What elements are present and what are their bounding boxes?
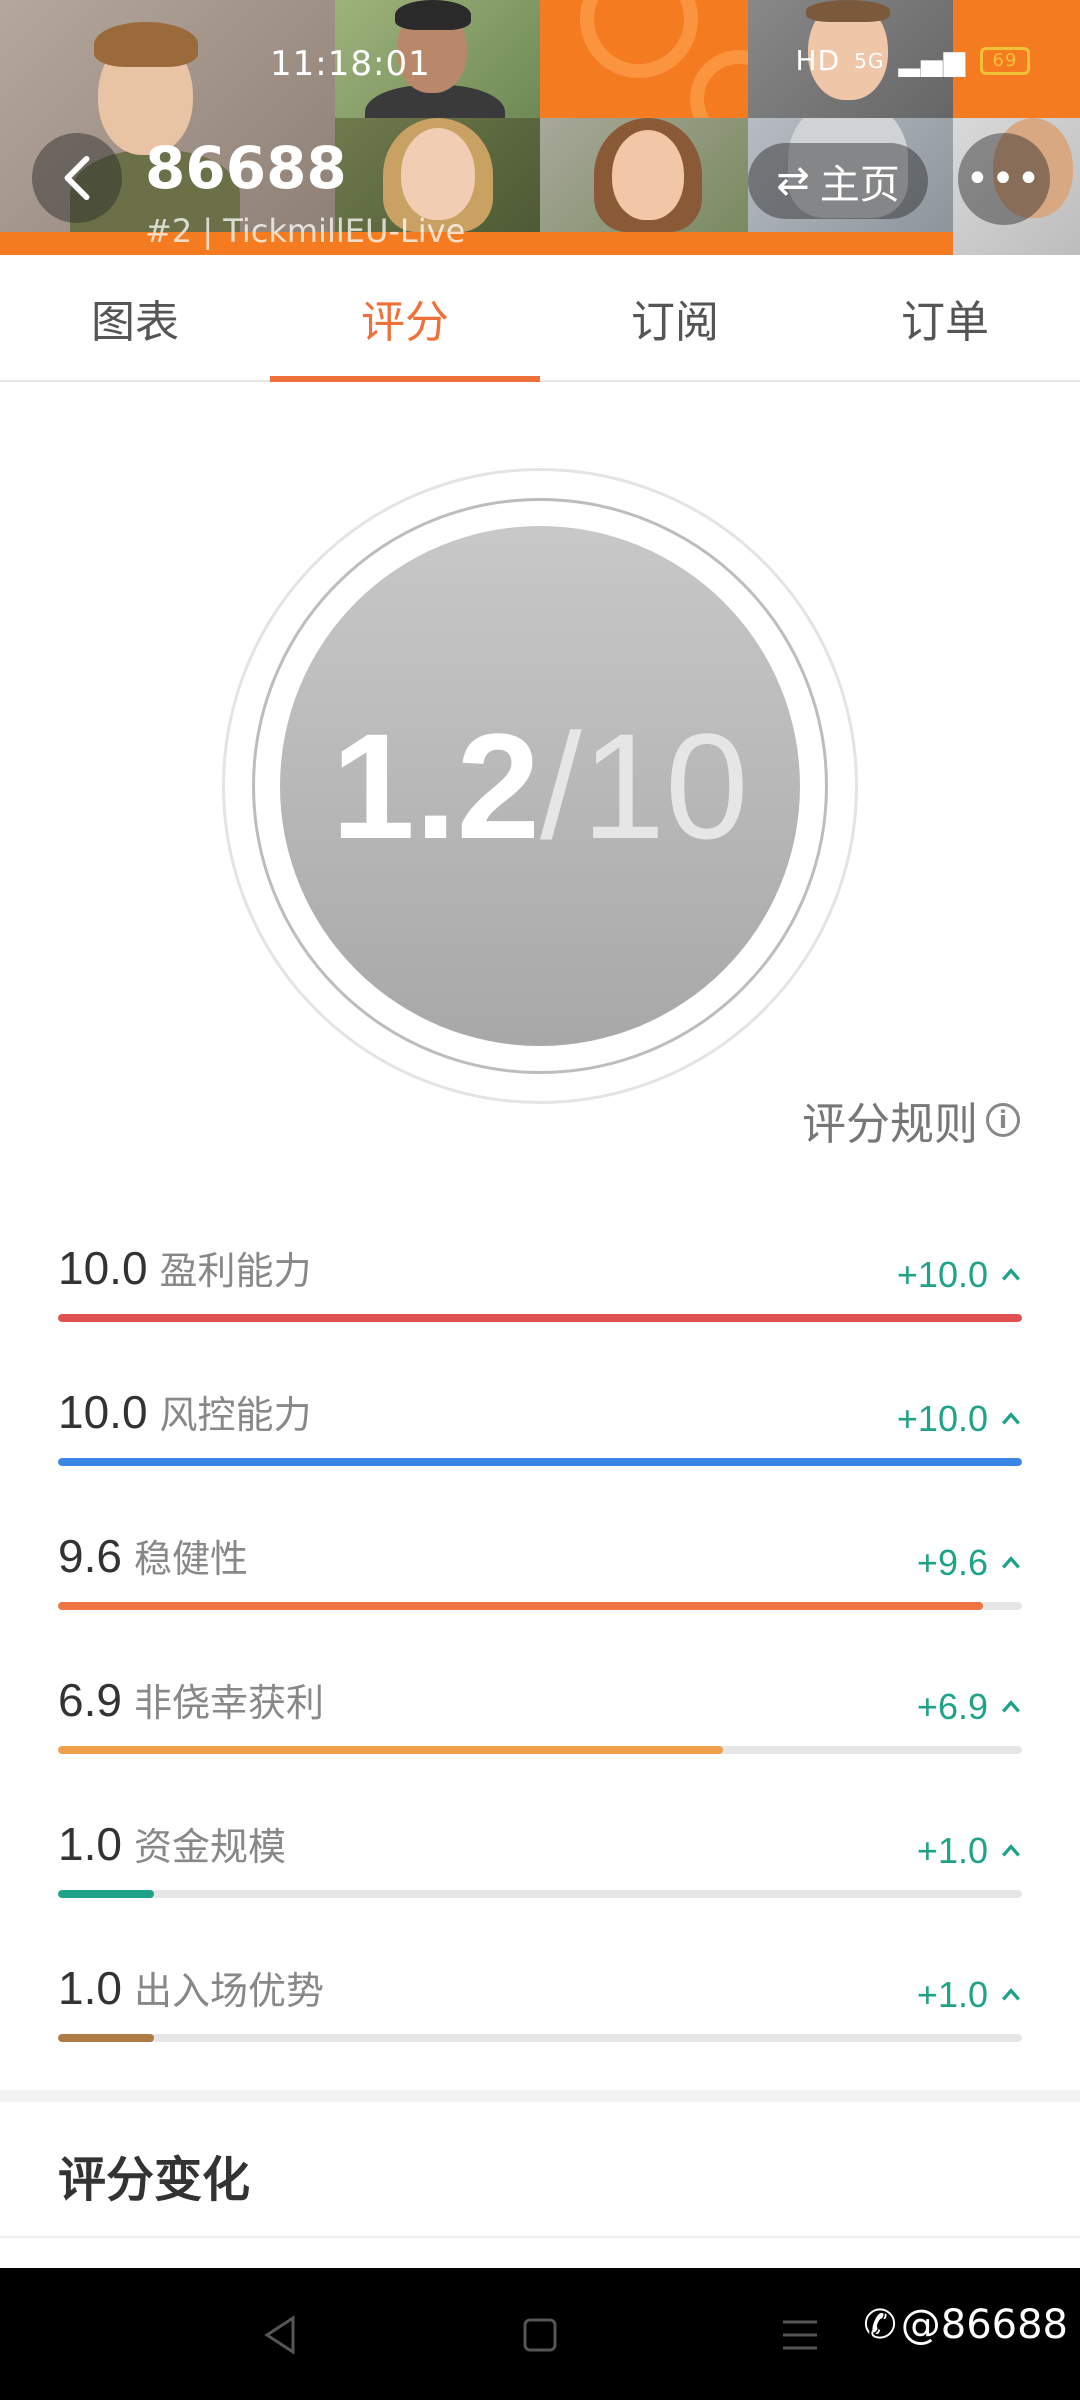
score-rules-label: 评分规则 [802, 1099, 978, 1150]
metric-value: 1.0 [58, 1962, 122, 2014]
metric-bar-fill [58, 1602, 984, 1610]
brand-logo-icon: ✆ [863, 2302, 897, 2348]
metric-bar-fill [58, 1890, 155, 1898]
metric-delta: +1.0 [916, 1974, 988, 2015]
metric-value: 1.0 [58, 1818, 122, 1870]
metric-value: 9.6 [58, 1530, 122, 1582]
metric-name: 资金规模 [133, 1825, 286, 1869]
chevron-up-icon [1002, 1988, 1020, 2001]
score-change-title[interactable]: 评分变化 [58, 2140, 250, 2210]
metric-row: 10.0 盈利能力 +10.0 [58, 1240, 1022, 1340]
chevron-up-icon [1002, 1556, 1020, 1569]
network-label: HD [795, 44, 841, 77]
metric-name: 盈利能力 [159, 1249, 312, 1293]
section-divider [0, 2090, 1080, 2102]
metric-row: 9.6 稳健性 +9.6 [58, 1528, 1022, 1628]
metric-delta: +6.9 [916, 1686, 988, 1727]
score-circle: 1.2/10 [222, 468, 858, 1104]
metric-name: 非侥幸获利 [133, 1681, 324, 1725]
section-line [0, 2236, 1080, 2238]
metric-delta: +10.0 [896, 1398, 988, 1439]
chevron-up-icon [1002, 1268, 1020, 1281]
metric-bar-fill [58, 1746, 724, 1754]
metric-bar-fill [58, 1458, 1022, 1466]
tab-chart[interactable]: 图表 [0, 255, 270, 380]
status-time: 11:18:01 [270, 44, 431, 84]
metric-name: 风控能力 [159, 1393, 312, 1437]
metric-row: 1.0 资金规模 +1.0 [58, 1816, 1022, 1916]
decorative-pattern [540, 0, 748, 118]
metric-row: 10.0 风控能力 +10.0 [58, 1384, 1022, 1484]
score-disc: 1.2/10 [280, 526, 800, 1046]
back-button[interactable] [32, 133, 122, 223]
nav-menu-icon[interactable] [775, 2310, 825, 2360]
chevron-up-icon [1002, 1412, 1020, 1425]
metric-bar-track [58, 1602, 1022, 1610]
metric-value: 10.0 [58, 1386, 148, 1438]
home-button[interactable]: ⇄ 主页 [748, 143, 928, 219]
battery-icon: 69 [980, 46, 1030, 75]
score-separator: / [539, 701, 582, 870]
metric-name: 稳健性 [133, 1537, 248, 1581]
tab-orders[interactable]: 订单 [810, 255, 1080, 380]
metric-delta: +10.0 [896, 1254, 988, 1295]
metric-bar-track [58, 1314, 1022, 1322]
tab-subscribe[interactable]: 订阅 [540, 255, 810, 380]
tab-bar: 图表 评分 订阅 订单 [0, 255, 1080, 382]
chevron-left-icon [64, 155, 90, 201]
tab-score[interactable]: 评分 [270, 255, 540, 382]
metric-delta: +9.6 [916, 1542, 988, 1583]
watermark-text: @86688 [900, 2302, 1068, 2348]
profile-header: 11:18:01 HD 5G ▂▄▆ 69 86688 #2 | Tickmil… [0, 0, 1080, 255]
more-button[interactable]: ••• [958, 133, 1050, 225]
page-subtitle: #2 | TickmillEU-Live [145, 212, 466, 250]
metric-bar-track [58, 1746, 1022, 1754]
metric-bar-track [58, 1890, 1022, 1898]
signal-label: 5G [854, 48, 885, 73]
metric-value: 6.9 [58, 1674, 122, 1726]
swap-icon: ⇄ [776, 158, 810, 204]
avatar-photo [540, 118, 748, 232]
metric-bar-fill [58, 2034, 155, 2042]
nav-back-icon[interactable] [255, 2310, 305, 2360]
metric-bar-fill [58, 1314, 1022, 1322]
chevron-up-icon [1002, 1700, 1020, 1713]
metric-row: 1.0 出入场优势 +1.0 [58, 1960, 1022, 2060]
battery-level: 69 [992, 50, 1018, 71]
metric-bar-track [58, 1458, 1022, 1466]
metric-bar-track [58, 2034, 1022, 2042]
info-icon: i [986, 1103, 1020, 1137]
metric-name: 出入场优势 [133, 1969, 324, 2013]
status-indicators: HD 5G ▂▄▆ 69 [796, 44, 1030, 77]
metric-row: 6.9 非侥幸获利 +6.9 [58, 1672, 1022, 1772]
more-icon: ••• [965, 156, 1043, 202]
chevron-up-icon [1002, 1844, 1020, 1857]
score-total: 10 [581, 701, 749, 870]
score-value: 1.2 [331, 701, 540, 870]
metric-value: 10.0 [58, 1242, 148, 1294]
signal-icon: ▂▄▆ [898, 44, 966, 77]
watermark: ✆ @86688 [863, 2302, 1068, 2348]
score-rules-link[interactable]: 评分规则 i [802, 1088, 1020, 1152]
nav-home-icon[interactable] [515, 2310, 565, 2360]
home-label: 主页 [819, 162, 900, 208]
page-title: 86688 [145, 134, 347, 202]
metric-delta: +1.0 [916, 1830, 988, 1871]
